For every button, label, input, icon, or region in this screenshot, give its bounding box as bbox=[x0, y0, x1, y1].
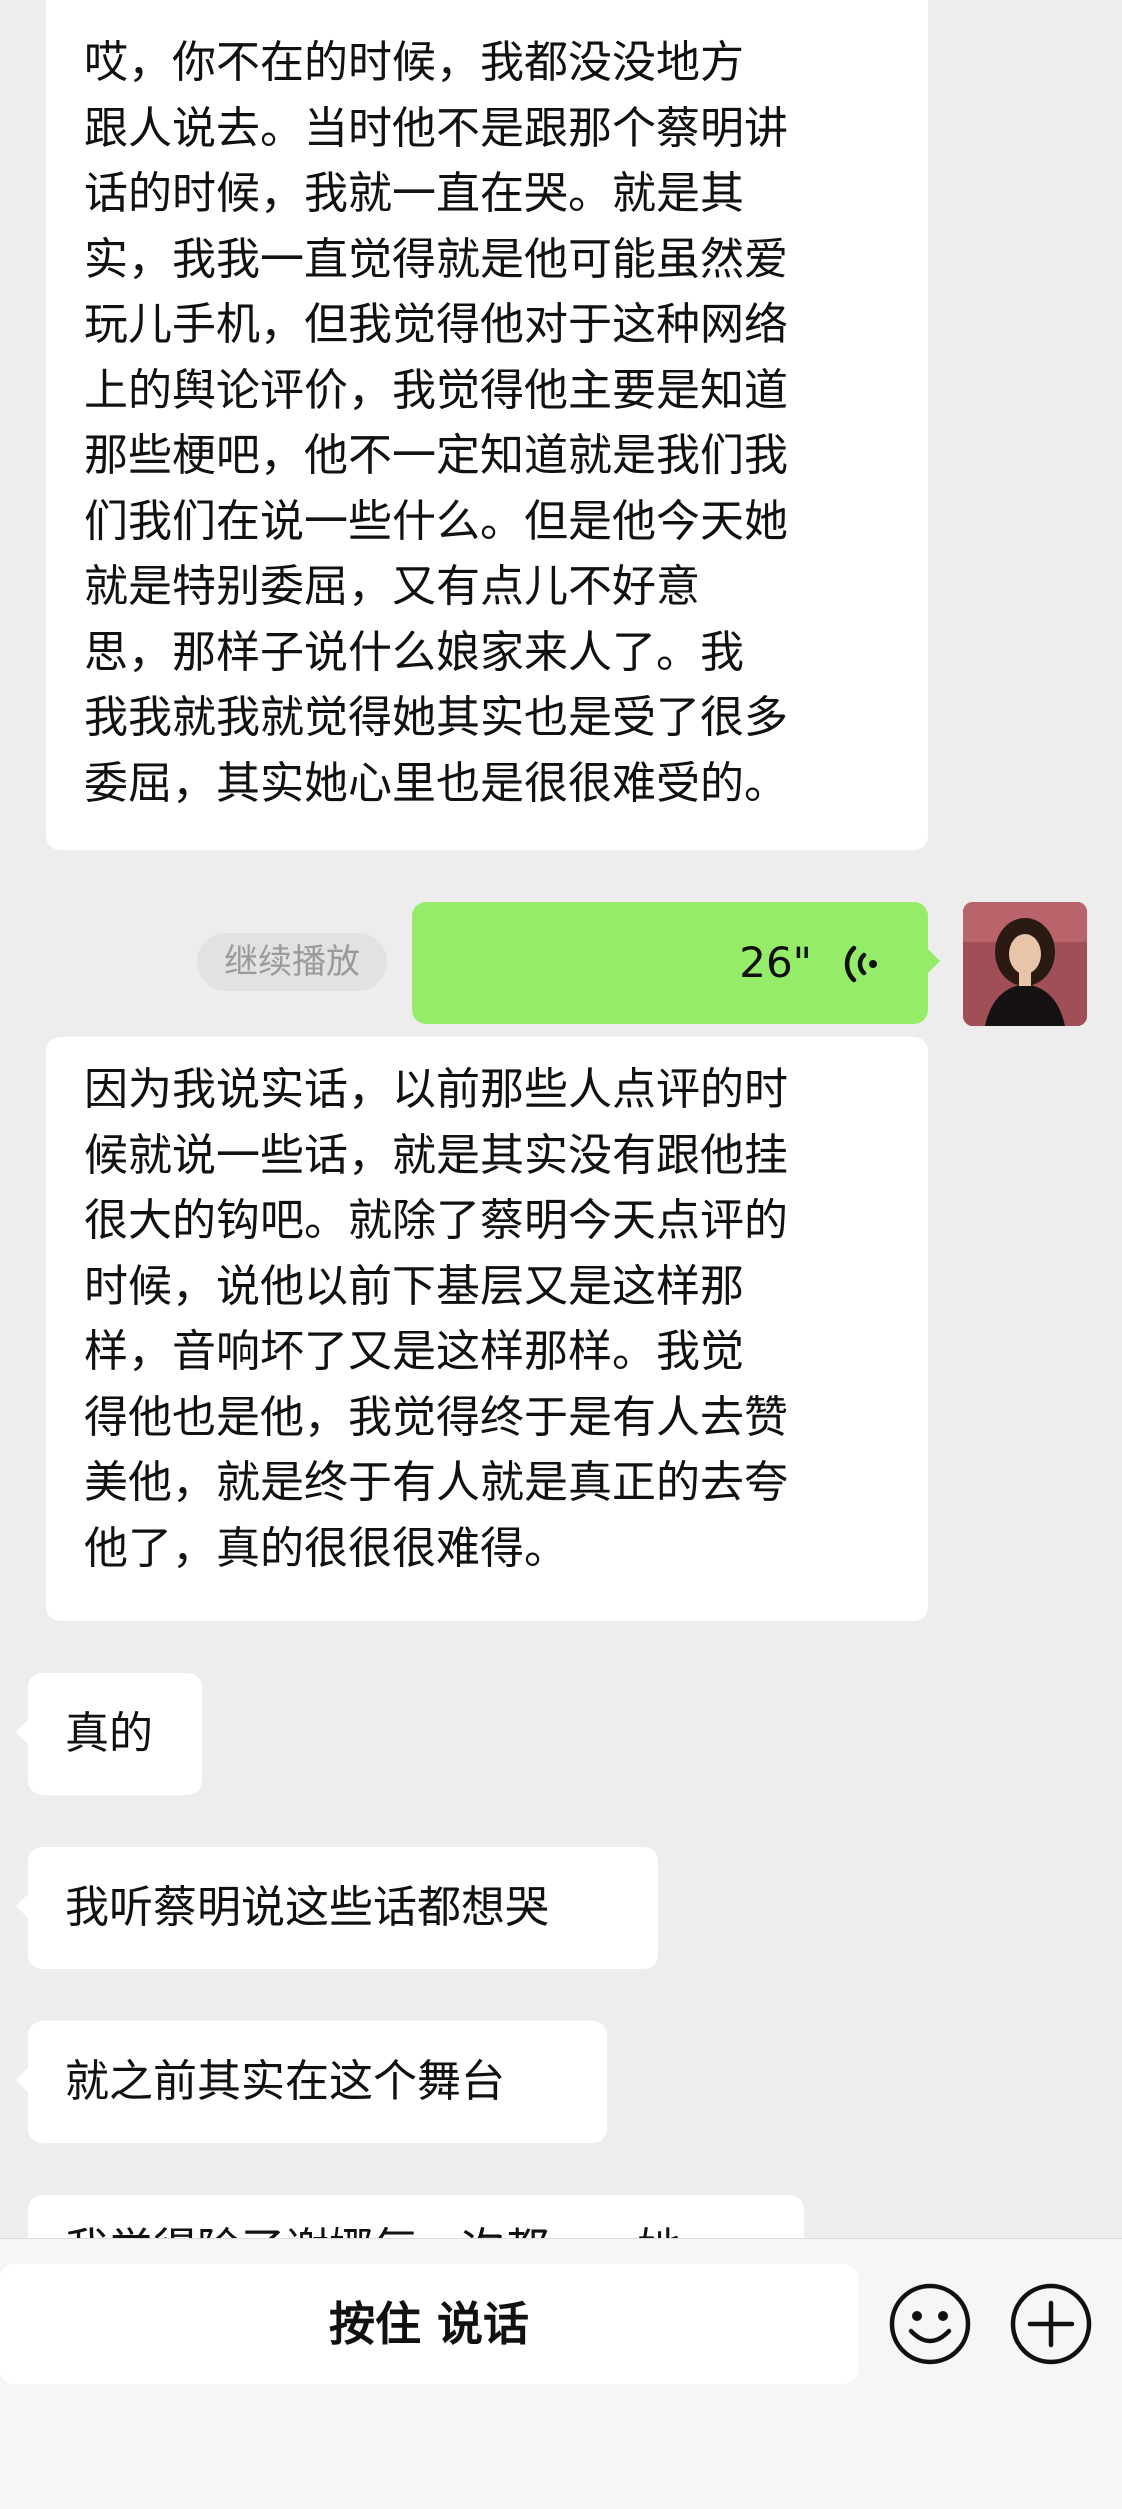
message-line: 跟人说去。当时他不是跟那个蔡明讲 bbox=[84, 102, 788, 154]
input-bar: 按住 说话 bbox=[0, 2238, 1122, 2509]
chat-area: 哎，你不在的时候，我都没没地方 跟人说去。当时他不是跟那个蔡明讲 话的时候，我就… bbox=[0, 0, 1122, 2238]
voice-duration: 26" bbox=[739, 938, 812, 987]
message-line: 得他也是他，我觉得终于是有人去赞 bbox=[84, 1391, 788, 1443]
message-bubble-6[interactable]: 我觉得除了谢娜每一次都……她 bbox=[28, 2195, 804, 2238]
message-line: 哎，你不在的时候，我都没没地方 bbox=[84, 37, 744, 88]
emoji-icon[interactable] bbox=[887, 2281, 973, 2367]
hold-to-talk-button[interactable]: 按住 说话 bbox=[0, 2264, 858, 2384]
message-text: 真的 bbox=[65, 1708, 153, 1759]
message-line: 那些梗吧，他不一定知道就是我们我 bbox=[84, 430, 788, 481]
message-line: 上的舆论评价，我觉得他主要是知道 bbox=[84, 364, 788, 416]
message-text: 我觉得除了谢娜每一次都……她 bbox=[65, 2224, 681, 2238]
voice-wave-icon bbox=[844, 945, 877, 983]
plus-icon[interactable] bbox=[1008, 2281, 1094, 2367]
message-bubble-1[interactable]: 哎，你不在的时候，我都没没地方 跟人说去。当时他不是跟那个蔡明讲 话的时候，我就… bbox=[46, 0, 928, 850]
message-line: 思，那样子说什么娘家来人了。我 bbox=[84, 626, 744, 678]
avatar[interactable] bbox=[963, 902, 1087, 1026]
message-line: 很大的钩吧。就除了蔡明今天点评的 bbox=[84, 1195, 788, 1246]
message-bubble-3[interactable]: 真的 bbox=[16, 1673, 202, 1795]
message-line: 美他，就是终于有人就是真正的去夸 bbox=[84, 1457, 788, 1508]
message-text: 就之前其实在这个舞台 bbox=[65, 2056, 505, 2107]
message-line: 就是特别委屈，又有点儿不好意 bbox=[84, 561, 700, 612]
message-bubble-5[interactable]: 就之前其实在这个舞台 bbox=[16, 2021, 607, 2143]
message-line: 样，音响坏了又是这样那样。我觉 bbox=[84, 1326, 744, 1377]
message-bubble-4[interactable]: 我听蔡明说这些话都想哭 bbox=[16, 1847, 658, 1969]
message-line: 实，我我一直觉得就是他可能虽然爱 bbox=[84, 233, 788, 285]
message-text: 我听蔡明说这些话都想哭 bbox=[65, 1882, 549, 1933]
message-line: 话的时候，我就一直在哭。就是其 bbox=[84, 168, 744, 219]
message-bubble-2[interactable]: 因为我说实话，以前那些人点评的时 候就说一些话，就是其实没有跟他挂 很大的钩吧。… bbox=[46, 1037, 928, 1621]
voice-message-bubble[interactable]: 26" bbox=[412, 902, 940, 1024]
message-line: 们我们在说一些什么。但是他今天她 bbox=[84, 495, 788, 547]
message-line: 玩儿手机，但我觉得他对于这种网络 bbox=[84, 299, 788, 350]
message-line: 时候，说他以前下基层又是这样那 bbox=[84, 1260, 744, 1312]
message-line: 我我就我就觉得她其实也是受了很多 bbox=[84, 692, 788, 743]
message-line: 他了，真的很很很难得。 bbox=[84, 1522, 568, 1574]
message-line: 候就说一些话，就是其实没有跟他挂 bbox=[84, 1129, 788, 1181]
message-line: 委屈，其实她心里也是很很难受的。 bbox=[84, 757, 788, 809]
message-line: 因为我说实话，以前那些人点评的时 bbox=[84, 1064, 788, 1115]
continue-playing-button[interactable]: 继续播放 bbox=[197, 933, 387, 991]
